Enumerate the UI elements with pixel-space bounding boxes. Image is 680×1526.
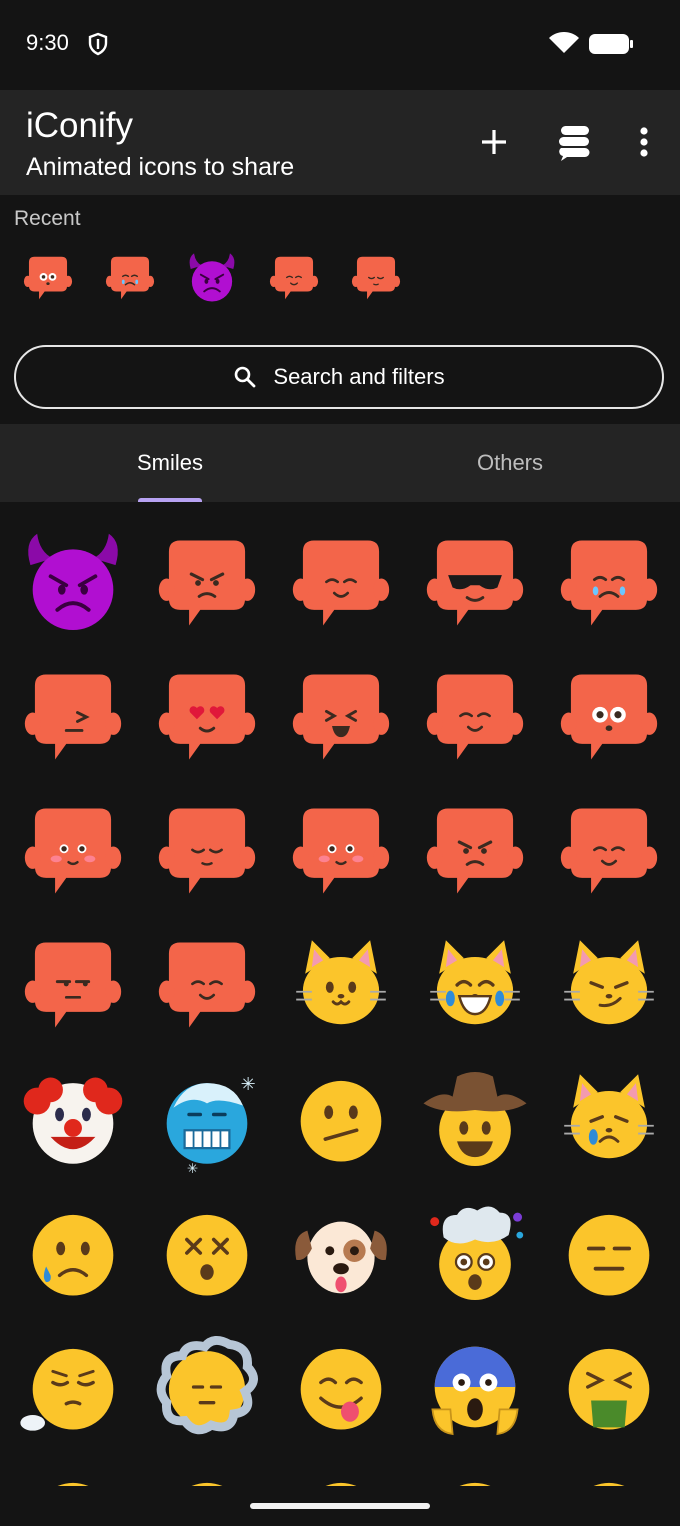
blob-content-icon[interactable] xyxy=(348,246,404,310)
wifi-icon xyxy=(548,31,580,60)
emoji-partial-3-icon[interactable] xyxy=(274,1454,408,1486)
blob-wide-eyes-icon[interactable] xyxy=(542,650,676,784)
exploding-head-icon[interactable] xyxy=(408,1186,542,1320)
blob-angry-icon[interactable] xyxy=(140,516,274,650)
blob-heart-eyes-icon[interactable] xyxy=(140,650,274,784)
blob-waving-icon[interactable] xyxy=(140,918,274,1052)
confused-face-icon[interactable] xyxy=(274,1052,408,1186)
yum-face-icon[interactable] xyxy=(274,1320,408,1454)
battery-icon xyxy=(588,33,634,60)
emoji-partial-4-icon[interactable] xyxy=(408,1454,542,1486)
blob-party-icon[interactable] xyxy=(408,650,542,784)
blob-thumbs-up-icon[interactable] xyxy=(542,784,676,918)
angry-devil-icon[interactable] xyxy=(184,246,240,310)
cat-smirk-icon[interactable] xyxy=(542,918,676,1052)
status-time: 9:30 xyxy=(26,30,69,55)
more-vert-icon xyxy=(640,127,648,157)
dizzy-face-icon[interactable] xyxy=(140,1186,274,1320)
icon-grid: ✳ ✳ xyxy=(0,510,680,1486)
blob-thinking-icon[interactable] xyxy=(274,784,408,918)
cat-smile-icon[interactable] xyxy=(274,918,408,1052)
emoji-partial-2-icon[interactable] xyxy=(140,1454,274,1486)
status-bar: 9:30 xyxy=(0,0,680,90)
app-subtitle: Animated icons to share xyxy=(26,153,295,181)
dog-face-icon[interactable] xyxy=(274,1186,408,1320)
face-in-clouds-icon[interactable] xyxy=(140,1320,274,1454)
crying-cat-icon[interactable] xyxy=(542,1052,676,1186)
add-icon xyxy=(482,130,506,154)
cat-tears-of-joy-icon[interactable] xyxy=(408,918,542,1052)
clown-face-icon[interactable] xyxy=(6,1052,140,1186)
blob-hands-mouth-icon[interactable] xyxy=(266,246,322,310)
emoji-partial-5-icon[interactable] xyxy=(542,1454,676,1486)
recent-list xyxy=(20,246,404,310)
vomiting-face-icon[interactable] xyxy=(542,1320,676,1454)
tab-others[interactable]: Others xyxy=(340,424,680,502)
navigation-handle[interactable] xyxy=(250,1503,430,1509)
expressionless-face-icon[interactable] xyxy=(542,1186,676,1320)
more-options-button[interactable] xyxy=(626,120,662,164)
app-bar: iConify Animated icons to share xyxy=(0,90,680,195)
tab-indicator xyxy=(138,498,202,502)
blob-pleading-icon[interactable] xyxy=(274,516,408,650)
search-icon xyxy=(235,366,256,388)
recent-label: Recent xyxy=(14,207,81,230)
blob-sleepy-icon[interactable] xyxy=(140,784,274,918)
stack-icon xyxy=(559,126,590,161)
svg-text:✳: ✳ xyxy=(241,1074,256,1094)
blob-laughing-icon[interactable] xyxy=(274,650,408,784)
cold-face-icon[interactable]: ✳ ✳ xyxy=(140,1052,274,1186)
category-tabs: Smiles Others xyxy=(0,424,680,502)
cowboy-face-icon[interactable] xyxy=(408,1052,542,1186)
blob-wide-eyes-icon[interactable] xyxy=(20,246,76,310)
sad-relieved-face-icon[interactable] xyxy=(6,1186,140,1320)
face-exhaling-icon[interactable] xyxy=(6,1320,140,1454)
add-button[interactable] xyxy=(472,120,516,164)
blob-blushing-icon[interactable] xyxy=(6,784,140,918)
search-label: Search and filters xyxy=(273,364,445,389)
blob-unamused-icon[interactable] xyxy=(6,918,140,1052)
stack-button[interactable] xyxy=(550,118,598,166)
blob-facepalm-icon[interactable] xyxy=(6,650,140,784)
svg-text:✳: ✳ xyxy=(187,1161,198,1175)
app-title: iConify xyxy=(26,106,133,145)
angry-devil-icon[interactable] xyxy=(6,516,140,650)
shield-icon xyxy=(88,32,108,61)
tab-smiles[interactable]: Smiles xyxy=(0,424,340,502)
blob-sunglasses-icon[interactable] xyxy=(408,516,542,650)
screaming-face-icon[interactable] xyxy=(408,1320,542,1454)
blob-thumbs-down-icon[interactable] xyxy=(408,784,542,918)
blob-crying-icon[interactable] xyxy=(102,246,158,310)
emoji-partial-1-icon[interactable] xyxy=(6,1454,140,1486)
blob-crying-icon[interactable] xyxy=(542,516,676,650)
search-and-filters-button[interactable]: Search and filters xyxy=(14,345,664,409)
